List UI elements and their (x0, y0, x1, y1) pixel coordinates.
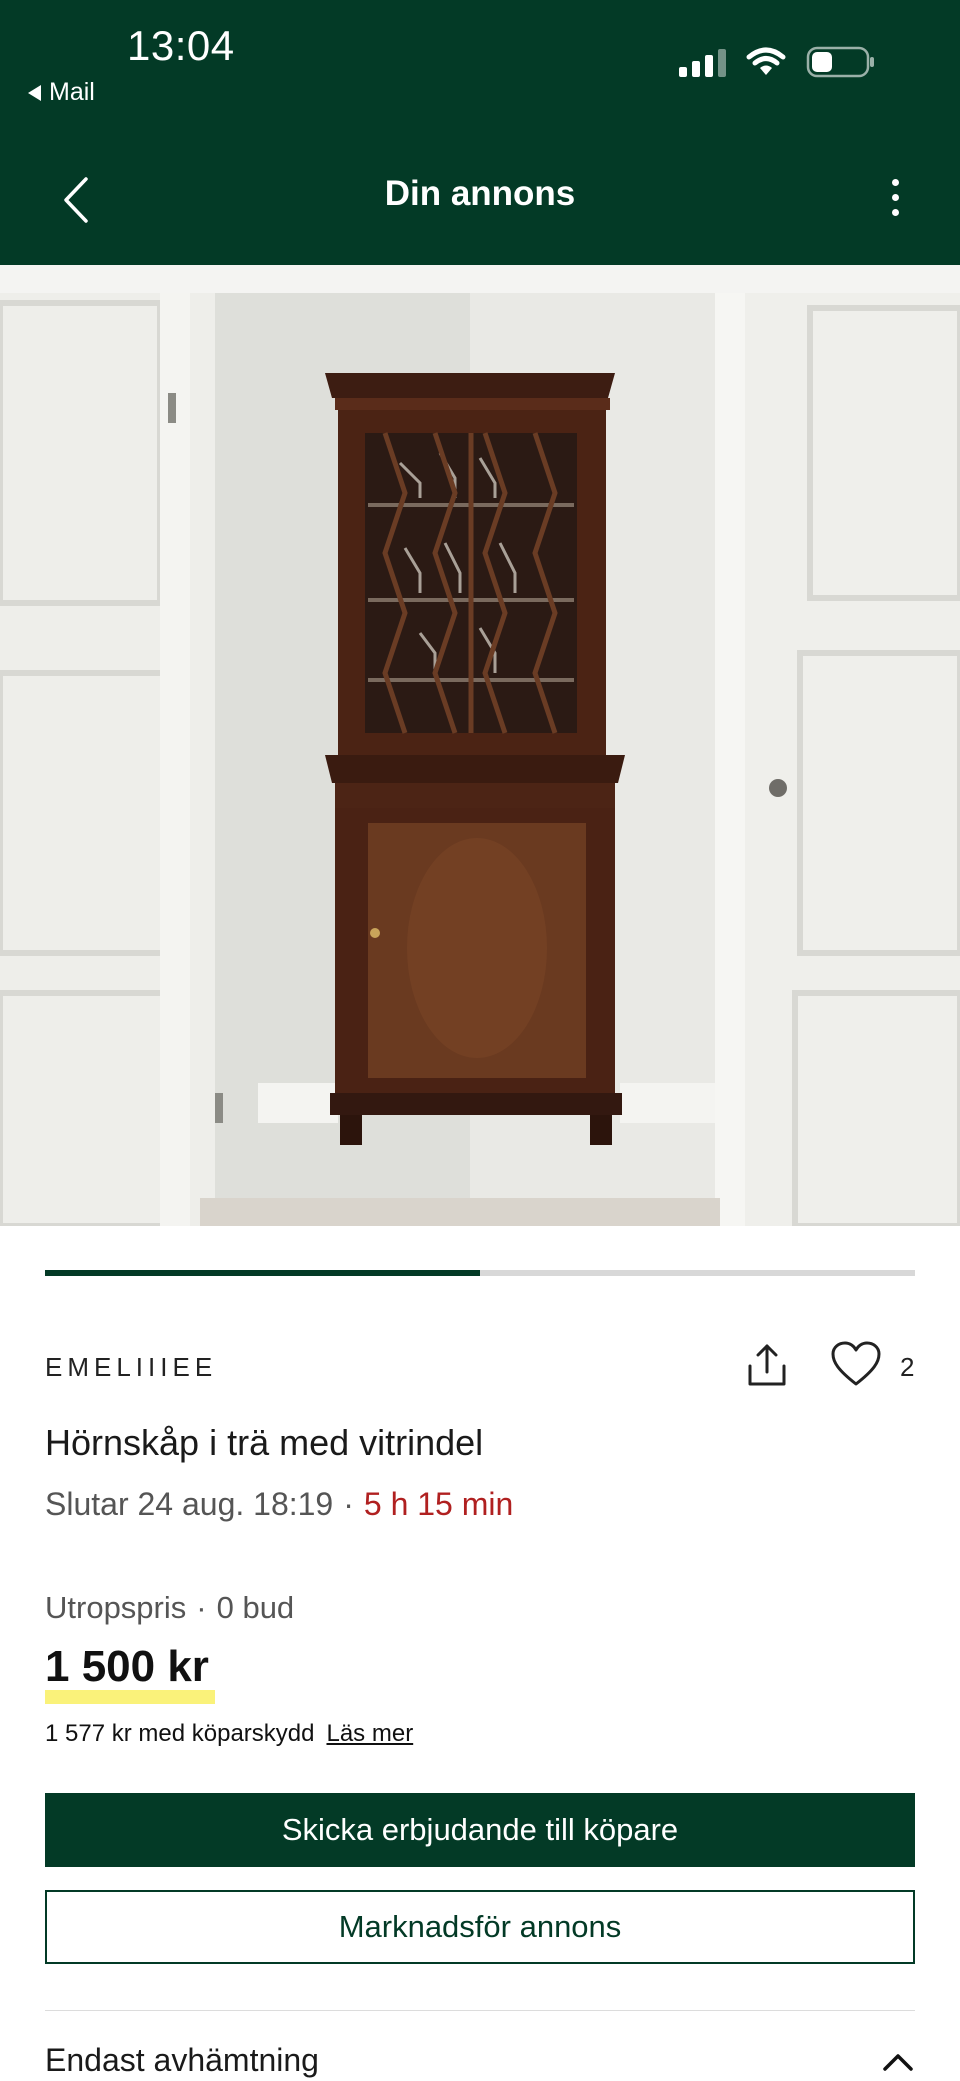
corner-cabinet-image (0, 293, 960, 1226)
price-amount: 1 500 kr (45, 1642, 209, 1691)
separator-dot: · (343, 1486, 354, 1522)
gallery-progress-track (45, 1270, 915, 1276)
back-triangle-icon (28, 84, 41, 101)
seller-name[interactable]: EMELIIIEE (45, 1352, 217, 1383)
price-type: Utropspris (45, 1590, 187, 1625)
price-meta: Utropspris · 0 bud (45, 1590, 294, 1626)
divider (45, 2010, 915, 2011)
buyer-protection-text: 1 577 kr med köparskydd (45, 1720, 315, 1747)
promote-listing-button[interactable]: Marknadsför annons (45, 1890, 915, 1964)
cellular-signal-icon (679, 47, 726, 77)
separator-dot: · (196, 1590, 207, 1625)
share-icon (748, 1344, 786, 1386)
listing-photo[interactable] (0, 293, 960, 1226)
delivery-label[interactable]: Endast avhämtning (45, 2042, 319, 2079)
share-button[interactable] (742, 1340, 792, 1390)
buyer-protection: 1 577 kr med köparskydd Läs mer (45, 1720, 413, 1748)
back-app-label: Mail (49, 78, 95, 106)
time-remaining: 5 h 15 min (363, 1486, 514, 1522)
price-highlight (45, 1690, 215, 1704)
battery-icon (806, 46, 876, 78)
gallery-progress-fill (45, 1270, 480, 1276)
heart-icon (831, 1341, 881, 1386)
auction-end-info: Slutar 24 aug. 18:19 · 5 h 15 min (45, 1486, 513, 1523)
read-more-link[interactable]: Läs mer (326, 1720, 413, 1748)
status-icons (679, 46, 876, 78)
dot (891, 178, 899, 186)
send-offer-button[interactable]: Skicka erbjudande till köpare (45, 1793, 915, 1867)
expand-toggle[interactable] (880, 2050, 916, 2074)
more-options-button[interactable] (880, 172, 910, 222)
favorites-count: 2 (900, 1352, 915, 1382)
page-title: Din annons (384, 174, 576, 213)
back-to-mail-link[interactable]: Mail (28, 78, 95, 107)
chevron-up-icon (883, 2054, 913, 2071)
app-header: 13:04 Mail Din annons (0, 0, 960, 265)
header-spacer (0, 265, 960, 293)
end-time: Slutar 24 aug. 18:19 (45, 1486, 334, 1522)
dot (891, 193, 899, 201)
favorite-button[interactable] (830, 1340, 882, 1388)
wifi-icon (746, 47, 786, 77)
dot (891, 208, 899, 216)
status-time: 13:04 (127, 22, 235, 69)
bid-count: 0 bud (216, 1590, 295, 1625)
listing-title: Hörnskåp i trä med vitrindel (45, 1422, 484, 1463)
